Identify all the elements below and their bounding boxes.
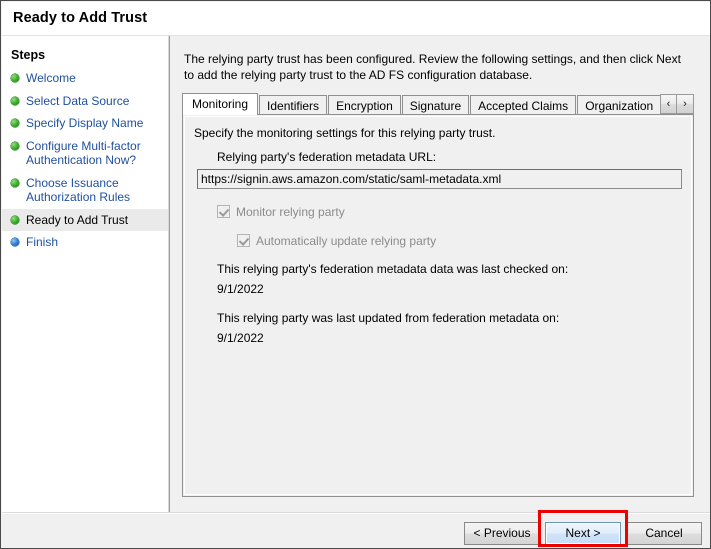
chevron-right-icon[interactable]: › xyxy=(677,94,694,114)
step-item-label: Ready to Add Trust xyxy=(26,213,162,228)
step-bullet-icon xyxy=(11,179,19,187)
intro-text: The relying party trust has been configu… xyxy=(184,52,694,83)
step-item-select-data-source[interactable]: Select Data Source xyxy=(2,90,168,113)
tab-signature[interactable]: Signature xyxy=(402,95,469,115)
step-item-label: Specify Display Name xyxy=(26,116,162,131)
step-item-label: Select Data Source xyxy=(26,94,162,109)
cancel-button[interactable]: Cancel xyxy=(626,522,702,545)
step-item-ready-to-add-trust[interactable]: Ready to Add Trust xyxy=(2,209,168,232)
auto-update-relying-party-label: Automatically update relying party xyxy=(256,234,436,248)
monitor-relying-party-checkbox-row[interactable]: Monitor relying party xyxy=(217,205,345,219)
step-bullet-icon xyxy=(11,119,19,127)
step-bullet-icon xyxy=(11,216,19,224)
tab-page-inner: Specify the monitoring settings for this… xyxy=(184,116,692,495)
step-bullet-icon xyxy=(11,74,19,82)
page-title: Ready to Add Trust xyxy=(13,10,147,26)
monitor-relying-party-label: Monitor relying party xyxy=(236,205,345,219)
last-updated-block: This relying party was last updated from… xyxy=(217,308,559,348)
tab-monitoring[interactable]: Monitoring xyxy=(182,93,258,115)
steps-pane: Steps Welcome Select Data Source Specify… xyxy=(2,36,168,513)
metadata-url-label: Relying party's federation metadata URL: xyxy=(217,150,436,164)
metadata-url-input[interactable] xyxy=(197,169,682,189)
step-item-label: Welcome xyxy=(26,71,162,86)
auto-update-relying-party-checkbox-row[interactable]: Automatically update relying party xyxy=(237,234,436,248)
step-item-label: Finish xyxy=(26,235,162,250)
tab-control: Monitoring Identifiers Encryption Signat… xyxy=(182,93,694,497)
tab-scroll-controls: ‹ › xyxy=(660,94,694,114)
step-item-finish[interactable]: Finish xyxy=(2,231,168,254)
tab-page-monitoring: Specify the monitoring settings for this… xyxy=(182,114,694,497)
checkbox-checked-icon[interactable] xyxy=(237,234,250,247)
last-updated-label: This relying party was last updated from… xyxy=(217,311,559,325)
checkbox-checked-icon[interactable] xyxy=(217,205,230,218)
step-item-configure-mfa[interactable]: Configure Multi-factor Authentication No… xyxy=(2,135,168,172)
last-checked-label: This relying party's federation metadata… xyxy=(217,262,568,276)
tab-identifiers[interactable]: Identifiers xyxy=(259,95,327,115)
step-item-label: Configure Multi-factor Authentication No… xyxy=(26,139,162,168)
steps-list: Welcome Select Data Source Specify Displ… xyxy=(2,67,168,254)
steps-heading: Steps xyxy=(11,48,45,62)
tab-encryption[interactable]: Encryption xyxy=(328,95,401,115)
step-item-welcome[interactable]: Welcome xyxy=(2,67,168,90)
step-bullet-icon xyxy=(11,97,19,105)
step-item-specify-display-name[interactable]: Specify Display Name xyxy=(2,112,168,135)
wizard-header: Ready to Add Trust xyxy=(2,2,711,35)
content-pane: The relying party trust has been configu… xyxy=(170,36,711,513)
chevron-left-icon[interactable]: ‹ xyxy=(660,94,677,114)
monitoring-description: Specify the monitoring settings for this… xyxy=(194,126,495,140)
tab-organization[interactable]: Organization xyxy=(577,95,661,115)
tab-accepted-claims[interactable]: Accepted Claims xyxy=(470,95,576,115)
last-checked-block: This relying party's federation metadata… xyxy=(217,259,568,299)
last-updated-value: 9/1/2022 xyxy=(217,328,559,348)
tab-strip: Monitoring Identifiers Encryption Signat… xyxy=(182,93,694,115)
step-item-label: Choose Issuance Authorization Rules xyxy=(26,176,162,205)
step-bullet-icon xyxy=(11,238,19,246)
add-relying-party-trust-wizard: Ready to Add Trust Steps Welcome Select … xyxy=(0,0,711,549)
next-button[interactable]: Next > xyxy=(545,522,621,545)
previous-button[interactable]: < Previous xyxy=(464,522,540,545)
last-checked-value: 9/1/2022 xyxy=(217,279,568,299)
wizard-body: Steps Welcome Select Data Source Specify… xyxy=(2,36,711,513)
wizard-footer: < Previous Next > Cancel xyxy=(2,513,711,549)
step-item-choose-issuance-rules[interactable]: Choose Issuance Authorization Rules xyxy=(2,172,168,209)
footer-divider-highlight xyxy=(2,513,711,514)
step-bullet-icon xyxy=(11,142,19,150)
